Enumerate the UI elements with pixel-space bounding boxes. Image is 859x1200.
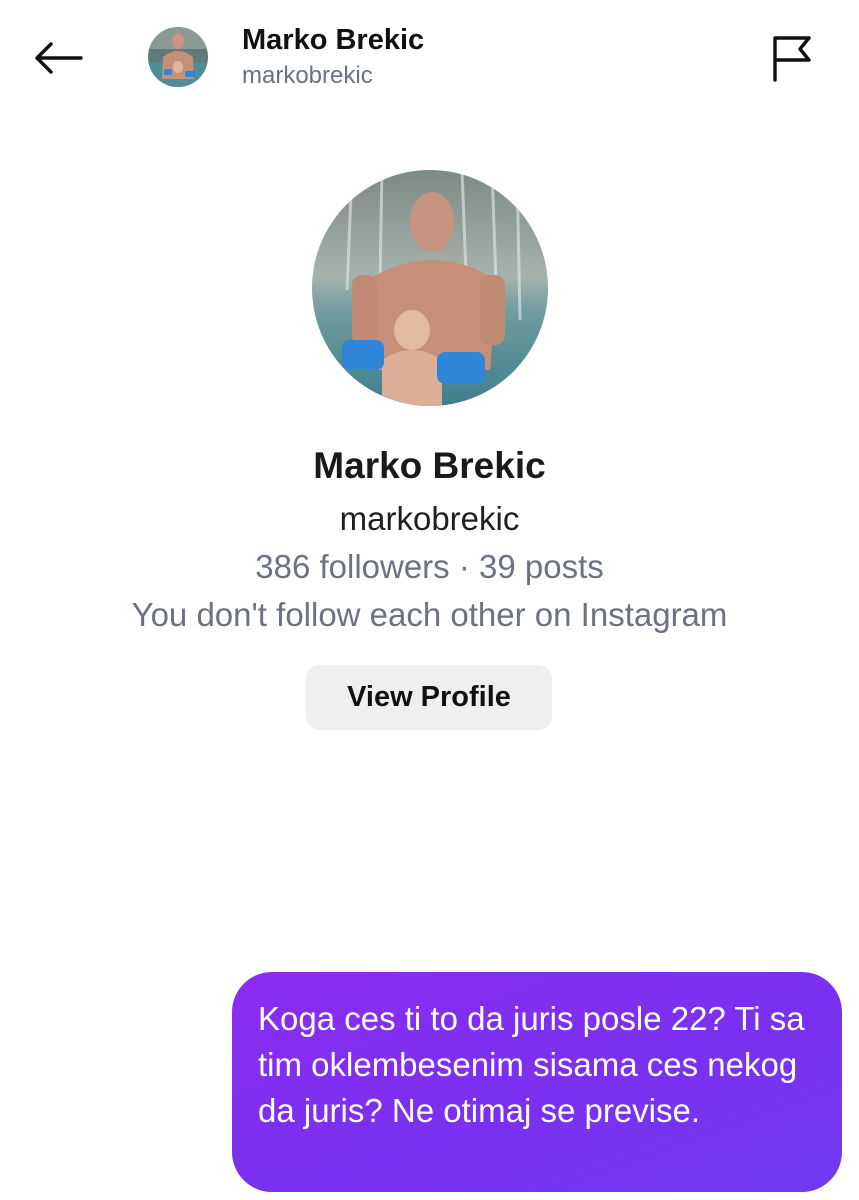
profile-username: markobrekic bbox=[339, 500, 520, 537]
report-button[interactable] bbox=[760, 30, 822, 86]
profile-avatar[interactable] bbox=[312, 170, 548, 406]
mutual-follow-status: You don't follow each other on Instagram bbox=[131, 596, 728, 633]
flag-icon bbox=[773, 36, 811, 82]
header-avatar[interactable] bbox=[148, 27, 208, 87]
header-username: markobrekic bbox=[242, 62, 373, 89]
profile-stats: 386 followers · 39 posts bbox=[255, 548, 604, 585]
profile-photo bbox=[312, 170, 548, 406]
avatar-photo bbox=[148, 27, 208, 87]
arrow-left-icon bbox=[35, 42, 83, 74]
view-profile-button[interactable]: View Profile bbox=[306, 665, 552, 730]
chat-screen: Marko Brekic markobrekic Marko Brekic ma… bbox=[0, 0, 859, 1200]
chat-header: Marko Brekic markobrekic bbox=[0, 0, 859, 110]
header-name[interactable]: Marko Brekic bbox=[242, 24, 424, 57]
back-button[interactable] bbox=[28, 32, 88, 84]
sent-message-bubble[interactable]: Koga ces ti to da juris posle 22? Ti sa … bbox=[232, 972, 842, 1192]
profile-name: Marko Brekic bbox=[313, 445, 546, 486]
